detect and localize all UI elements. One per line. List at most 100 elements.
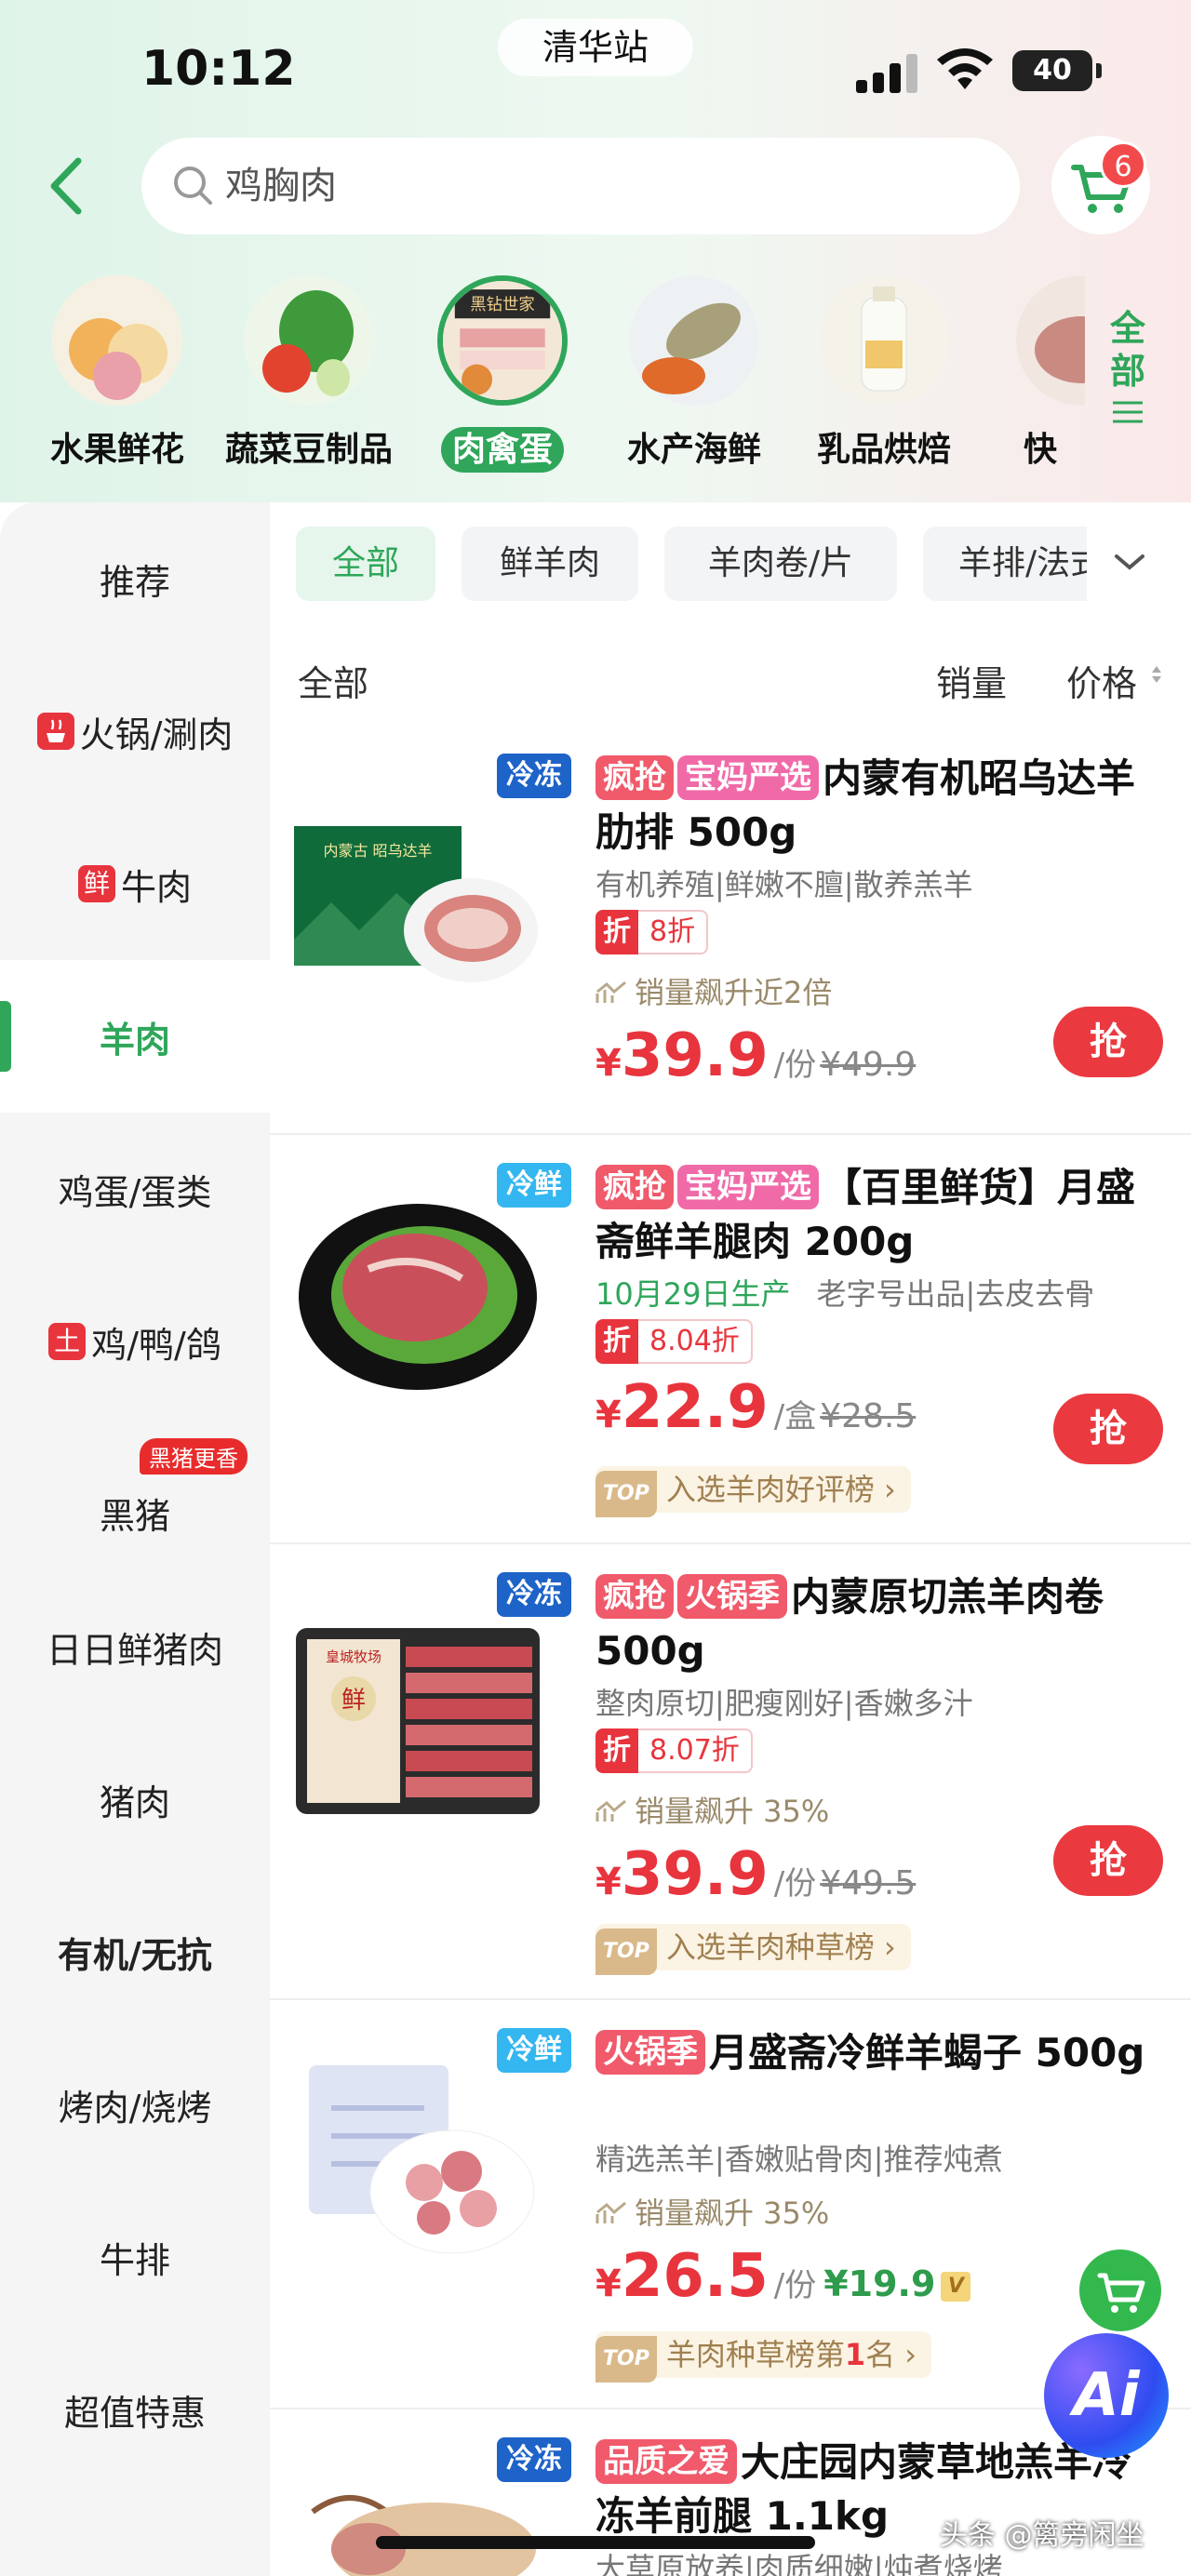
trend-up-icon xyxy=(596,1799,626,1822)
search-icon xyxy=(174,167,212,205)
buy-button[interactable]: 抢 xyxy=(1053,1394,1163,1464)
home-indicator xyxy=(376,2536,815,2549)
ranking-link[interactable]: TOP 入选羊肉好评榜 › xyxy=(596,1466,911,1517)
product-price: ¥39.9/份 ¥49.9 xyxy=(596,1021,917,1090)
frozen-badge: 冷冻 xyxy=(497,2437,571,2482)
category-seafood[interactable]: 水产海鲜 xyxy=(610,275,778,471)
filter-chip-lamb-rolls[interactable]: 羊肉卷/片 xyxy=(664,527,897,601)
vip-icon: V xyxy=(941,2272,971,2302)
fruit-thumbnail xyxy=(52,275,182,406)
quick-thumbnail xyxy=(1016,275,1085,406)
filter-chip-fresh-lamb[interactable]: 鲜羊肉 xyxy=(462,527,638,601)
top-rank-icon: TOP xyxy=(596,1471,657,1517)
ai-assistant-button[interactable]: Ai xyxy=(1044,2333,1169,2458)
product-card[interactable]: 冷鲜 火锅季 月盛斋冷鲜羊蝎子 500g 精选羔羊|香嫩贴骨肉|推荐炖煮 销量飙升… xyxy=(270,2000,1191,2409)
search-input[interactable]: 鸡胸肉 xyxy=(141,138,1020,234)
product-description: 精选羔羊|香嫩贴骨肉|推荐炖煮 xyxy=(596,2142,1003,2177)
product-card[interactable]: 冷鲜 疯抢 宝妈严选 【百里鲜货】月盛斋鲜羊腿肉 200g 10月29日生产 老字号出… xyxy=(270,1135,1191,1544)
sidebar-item-black-pork[interactable]: 黑猪更香 黑猪 xyxy=(0,1418,270,1570)
category-quick[interactable]: 快 xyxy=(988,275,1085,471)
sidebar-item-daily-pork[interactable]: 日日鲜猪肉 xyxy=(0,1570,270,1723)
svg-text:黑钻世家: 黑钻世家 xyxy=(470,296,534,314)
product-title: 疯抢 火锅季 内蒙原切羔羊肉卷 500g xyxy=(596,1574,1104,1674)
svg-text:内蒙古 昭乌达羊: 内蒙古 昭乌达羊 xyxy=(323,842,432,860)
floating-cart-button[interactable] xyxy=(1079,2249,1161,2331)
sidebar-item-organic[interactable]: 有机/无抗 xyxy=(0,1875,270,2028)
buy-button[interactable]: 抢 xyxy=(1053,1007,1163,1077)
sidebar-item-recommend[interactable]: 推荐 xyxy=(0,502,270,655)
vegetables-thumbnail xyxy=(244,275,374,406)
product-image xyxy=(294,1185,542,1399)
chevron-down-icon xyxy=(1115,554,1144,570)
ranking-link[interactable]: TOP 羊肉种草榜第1名 › xyxy=(596,2331,932,2382)
product-description: 整肉原切|肥瘦刚好|香嫩多汁 xyxy=(596,1686,973,1721)
status-time: 10:12 xyxy=(141,41,296,97)
product-card[interactable]: 内蒙古 昭乌达羊 冷冻 疯抢 宝妈严选 内蒙有机昭乌达羊肋排 500g 有机养殖|鲜… xyxy=(270,726,1191,1135)
product-description: 10月29日生产 老字号出品|去皮去骨 xyxy=(596,1276,1095,1312)
category-dairy-bakery[interactable]: 乳品烘焙 xyxy=(800,275,968,471)
category-meat-poultry-eggs[interactable]: 黑钻世家 肉禽蛋 xyxy=(419,275,586,473)
sort-sales[interactable]: 销量 xyxy=(936,655,1007,706)
sidebar-item-bbq[interactable]: 烤肉/烧烤 xyxy=(0,2028,270,2181)
category-fruit[interactable]: 水果鲜花 xyxy=(33,275,201,471)
sidebar-item-steak[interactable]: 牛排 xyxy=(0,2181,270,2333)
ranking-link[interactable]: TOP 入选羊肉种草榜 › xyxy=(596,1924,911,1975)
sort-all[interactable]: 全部 xyxy=(298,655,368,706)
discount-badge: 折 8.07折 xyxy=(596,1728,753,1773)
back-arrow-icon[interactable] xyxy=(41,153,97,219)
category-vegetables[interactable]: 蔬菜豆制品 xyxy=(225,275,393,471)
sidebar-item-poultry[interactable]: 土鸡/鸭/鸽 xyxy=(0,1265,270,1418)
sidebar-item-hotpot[interactable]: 火锅/涮肉 xyxy=(0,655,270,808)
frozen-badge: 冷冻 xyxy=(497,1572,571,1617)
product-image: 内蒙古 昭乌达羊 xyxy=(294,791,542,1005)
frozen-badge: 冷冻 xyxy=(497,754,571,798)
product-price: ¥22.9/盒 ¥28.5 xyxy=(596,1373,917,1442)
product-image xyxy=(294,2475,542,2576)
wifi-icon xyxy=(937,48,993,89)
product-card[interactable]: 皇城牧场鲜 冷冻 疯抢 火锅季 内蒙原切羔羊肉卷 500g 整肉原切|肥瘦刚好|香嫩… xyxy=(270,1544,1191,2000)
search-query: 鸡胸肉 xyxy=(225,165,337,207)
all-categories-button[interactable]: 全 部 xyxy=(1098,307,1158,435)
top-rank-icon: TOP xyxy=(596,2336,657,2382)
svg-text:鲜: 鲜 xyxy=(341,1687,366,1715)
promo-badge: 黑猪更香 xyxy=(140,1438,248,1475)
signal-icon xyxy=(856,52,921,93)
sidebar-item-deals[interactable]: 超值特惠 xyxy=(0,2333,270,2486)
product-image: 皇城牧场鲜 xyxy=(294,1609,542,1823)
top-rank-icon: TOP xyxy=(596,1929,657,1975)
chilled-badge: 冷鲜 xyxy=(497,1163,571,1208)
sidebar-item-lamb[interactable]: 羊肉 xyxy=(0,960,270,1113)
product-title: 火锅季 月盛斋冷鲜羊蝎子 500g xyxy=(596,2026,1163,2080)
hotpot-tag-icon xyxy=(36,713,74,750)
sidebar-item-eggs[interactable]: 鸡蛋/蛋类 xyxy=(0,1113,270,1265)
subcategory-sidebar: 推荐 火锅/涮肉 鲜牛肉 羊肉 鸡蛋/蛋类 土鸡/鸭/鸽 黑猪更香 黑猪 日日鲜… xyxy=(0,502,270,2576)
sort-price[interactable]: 价格 xyxy=(1066,655,1137,706)
watermark: 头条 @篱旁闲坐 xyxy=(940,2519,1144,2552)
trend-up-icon xyxy=(596,981,626,1003)
product-title: 疯抢 宝妈严选 内蒙有机昭乌达羊肋排 500g xyxy=(596,755,1136,855)
discount-badge: 折 8折 xyxy=(596,910,709,954)
cart-icon xyxy=(1097,2273,1145,2313)
sidebar-item-pork[interactable]: 猪肉 xyxy=(0,1723,270,1875)
filter-chip-lamb-ribs[interactable]: 羊排/法式 xyxy=(923,527,1087,601)
sort-bar: 全部 销量 价格 xyxy=(270,623,1191,726)
battery-icon: 40 xyxy=(1012,50,1102,91)
discount-badge: 折 8.04折 xyxy=(596,1319,753,1364)
product-price: ¥39.9/份 ¥49.5 xyxy=(596,1840,917,1909)
local-tag-icon: 土 xyxy=(48,1323,87,1360)
product-description: 有机养殖|鲜嫩不膻|散养羔羊 xyxy=(596,867,973,902)
filter-expand-button[interactable] xyxy=(1087,530,1171,597)
fresh-tag-icon: 鲜 xyxy=(77,865,115,902)
sidebar-item-beef[interactable]: 鲜牛肉 xyxy=(0,808,270,960)
buy-button[interactable]: 抢 xyxy=(1053,1825,1163,1896)
member-price: ¥19.9 xyxy=(823,2263,936,2304)
filter-chip-all[interactable]: 全部 xyxy=(296,527,435,601)
location-pill[interactable]: 清华站 xyxy=(498,19,693,76)
meat-thumbnail: 黑钻世家 xyxy=(437,275,568,406)
cart-count-badge: 6 xyxy=(1100,141,1146,188)
trend-up-icon xyxy=(596,2201,626,2223)
svg-text:皇城牧场: 皇城牧场 xyxy=(326,1648,381,1665)
sales-trend: 销量飙升近2倍 xyxy=(596,969,832,1012)
menu-lines-icon xyxy=(1113,401,1143,423)
sort-arrows-icon xyxy=(1152,666,1161,683)
